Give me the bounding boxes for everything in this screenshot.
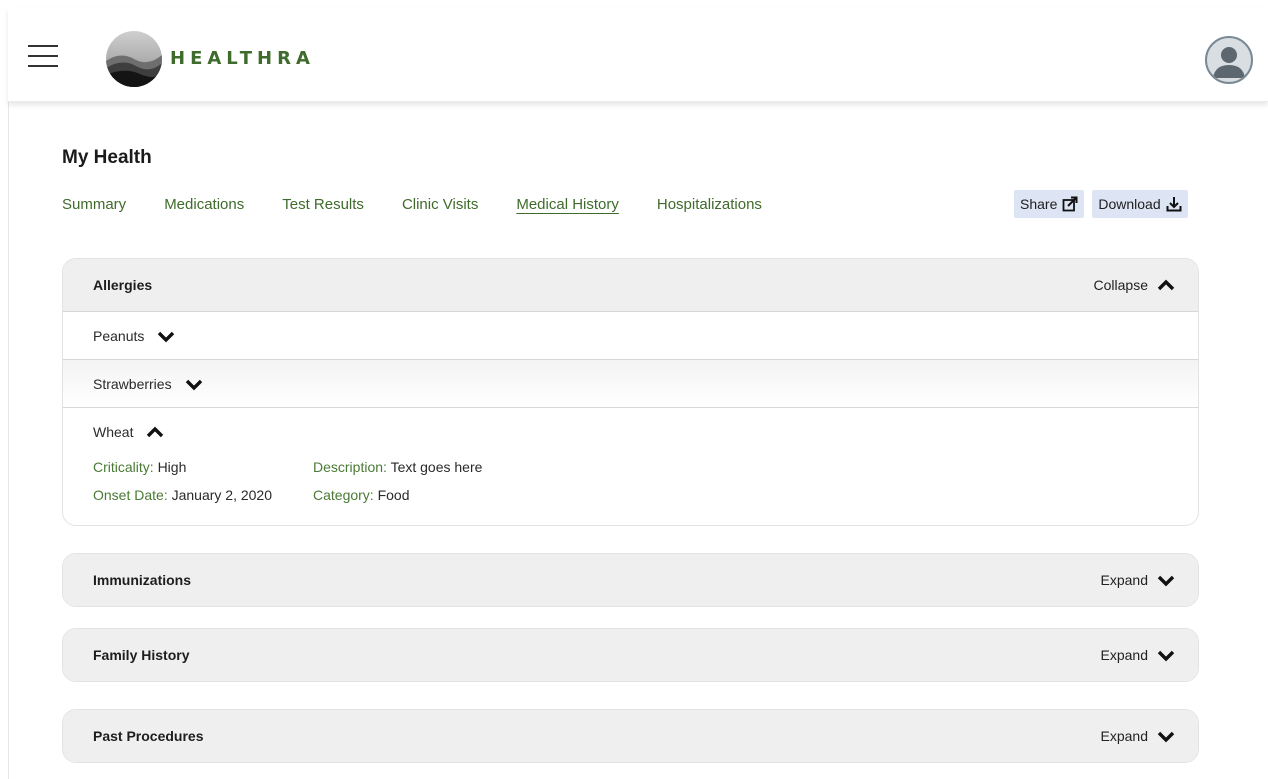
download-icon (1166, 197, 1182, 212)
allergy-row-wheat[interactable]: Wheat (93, 408, 1168, 455)
immunizations-title: Immunizations (93, 572, 192, 588)
collapse-label: Collapse (1093, 277, 1148, 293)
allergies-section: Allergies Collapse Peanuts Strawberries … (62, 258, 1199, 526)
allergies-collapse-toggle[interactable]: Collapse (1094, 277, 1176, 293)
share-button[interactable]: Share (1014, 190, 1085, 218)
hamburger-icon[interactable] (28, 42, 66, 72)
chevron-down-icon (1157, 650, 1175, 662)
tab-hospitalizations[interactable]: Hospitalizations (657, 196, 762, 213)
family-history-section: Family History Expand (62, 628, 1199, 682)
tab-medical-history[interactable]: Medical History (516, 196, 619, 213)
share-icon (1062, 196, 1078, 212)
family-history-expand-toggle[interactable]: Expand (1101, 647, 1176, 663)
tab-clinic-visits[interactable]: Clinic Visits (402, 196, 478, 213)
allergy-name: Wheat (93, 423, 134, 440)
download-button[interactable]: Download (1092, 190, 1188, 218)
top-bar: HEALTHRA (8, 8, 1268, 102)
allergy-item-wheat: Wheat Criticality: High Description: Tex… (63, 407, 1198, 521)
criticality-value: High (157, 459, 187, 475)
family-history-title: Family History (93, 647, 190, 663)
brand-logo[interactable] (106, 31, 162, 87)
tab-summary[interactable]: Summary (62, 196, 126, 213)
expand-label: Expand (1100, 647, 1148, 663)
brand-name: HEALTHRA (170, 48, 315, 69)
past-procedures-title: Past Procedures (93, 728, 204, 744)
onset-date-label: Onset Date: (93, 487, 168, 503)
chevron-up-icon (147, 426, 164, 437)
allergy-name: Strawberries (93, 375, 172, 392)
allergies-title: Allergies (93, 277, 153, 293)
expand-label: Expand (1100, 728, 1148, 744)
allergy-row-strawberries[interactable]: Strawberries (63, 360, 1198, 407)
allergy-item-peanuts: Peanuts (63, 311, 1198, 359)
allergy-row-peanuts[interactable]: Peanuts (93, 312, 1168, 359)
allergy-item-strawberries: Strawberries (63, 359, 1198, 407)
onset-date-value: January 2, 2020 (171, 487, 272, 503)
description-label: Description: (313, 459, 387, 475)
page-title: My Health (62, 147, 152, 168)
tab-bar: Summary Medications Test Results Clinic … (62, 196, 762, 213)
page-actions: Share Download (1014, 190, 1188, 218)
expand-label: Expand (1100, 572, 1148, 588)
category-value: Food (377, 487, 410, 503)
allergy-name: Peanuts (93, 327, 145, 344)
allergies-header[interactable]: Allergies Collapse (63, 259, 1198, 311)
download-button-label: Download (1098, 196, 1161, 212)
chevron-down-icon (185, 379, 202, 390)
category-label: Category: (313, 487, 374, 503)
past-procedures-header[interactable]: Past Procedures Expand (63, 710, 1198, 762)
chevron-up-icon (1157, 279, 1175, 291)
immunizations-section: Immunizations Expand (62, 553, 1199, 607)
criticality-label: Criticality: (93, 459, 154, 475)
tab-medications[interactable]: Medications (164, 196, 244, 213)
tab-test-results[interactable]: Test Results (282, 196, 364, 213)
chevron-down-icon (1157, 731, 1175, 743)
criticality-field: Criticality: High (93, 459, 313, 475)
chevron-down-icon (1157, 575, 1175, 587)
chevron-down-icon (158, 331, 175, 342)
description-field: Description: Text goes here (313, 459, 613, 475)
immunizations-header[interactable]: Immunizations Expand (63, 554, 1198, 606)
category-field: Category: Food (313, 487, 613, 503)
past-procedures-expand-toggle[interactable]: Expand (1101, 728, 1176, 744)
description-value: Text goes here (390, 459, 483, 475)
share-button-label: Share (1020, 196, 1058, 212)
user-avatar-icon[interactable] (1205, 36, 1253, 84)
allergy-details: Criticality: High Description: Text goes… (93, 455, 1168, 521)
onset-date-field: Onset Date: January 2, 2020 (93, 487, 313, 503)
past-procedures-section: Past Procedures Expand (62, 709, 1199, 763)
immunizations-expand-toggle[interactable]: Expand (1101, 572, 1176, 588)
family-history-header[interactable]: Family History Expand (63, 629, 1198, 681)
